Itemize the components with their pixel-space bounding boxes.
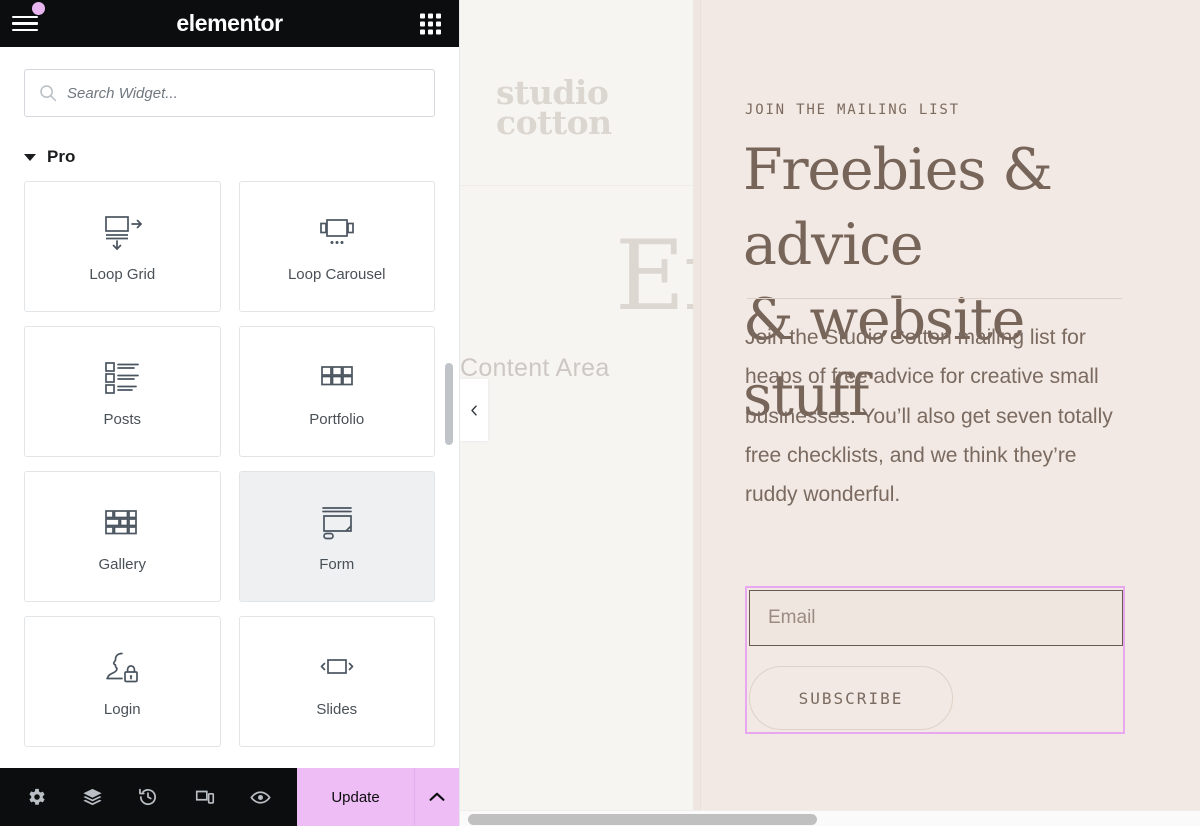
- category-header-pro[interactable]: Pro: [0, 117, 459, 181]
- subscribe-button[interactable]: SUBSCRIBE: [749, 666, 953, 730]
- widget-label: Loop Carousel: [287, 266, 386, 283]
- preview-horizontal-scrollbar[interactable]: [460, 810, 1200, 826]
- section-eyebrow: JOIN THE MAILING LIST: [745, 102, 960, 118]
- widget-card-posts[interactable]: Posts: [24, 326, 221, 457]
- search-icon: [39, 84, 57, 102]
- widget-card-portfolio[interactable]: Portfolio: [238, 326, 435, 457]
- panel-footer-toolbar: Update: [0, 768, 459, 826]
- widget-label: Loop Grid: [89, 266, 156, 283]
- preview-icon[interactable]: [249, 785, 273, 809]
- widget-label: Slides: [316, 701, 358, 718]
- widget-label: Gallery: [98, 556, 146, 573]
- widget-card-loop-grid[interactable]: Loop Grid: [24, 181, 221, 312]
- chevron-up-icon[interactable]: [415, 768, 459, 826]
- elementor-logo-text: elementor: [176, 10, 283, 36]
- widget-card-form[interactable]: Form: [238, 471, 435, 602]
- widget-panel: elementor Pro: [0, 0, 460, 826]
- headline-line-1: Freebies & advice: [743, 137, 1053, 279]
- widget-card-login[interactable]: Login: [24, 616, 221, 747]
- panel-vertical-scrollbar[interactable]: [445, 363, 453, 445]
- category-label: Pro: [47, 147, 76, 166]
- widget-label: Portfolio: [309, 411, 365, 428]
- logo-line-2: cotton: [496, 103, 612, 143]
- settings-icon[interactable]: [24, 785, 48, 809]
- chevron-down-icon: [24, 153, 36, 161]
- loop-grid-icon: [98, 210, 146, 254]
- responsive-mode-icon[interactable]: [193, 785, 217, 809]
- email-field[interactable]: Email: [749, 590, 1123, 646]
- footer-tool-group: [0, 768, 297, 826]
- elementor-editor: elementor Pro: [0, 0, 1200, 826]
- widget-card-slides[interactable]: Slides: [238, 616, 435, 747]
- form-widget-selected[interactable]: Email SUBSCRIBE: [745, 586, 1125, 734]
- slides-icon: [313, 645, 361, 689]
- posts-icon: [98, 355, 146, 399]
- preview-canvas[interactable]: studio cotton En Content Area JOIN THE M…: [460, 0, 1200, 826]
- portfolio-icon: [313, 355, 361, 399]
- section-left-edge: [693, 0, 701, 810]
- widget-list-scroll-area[interactable]: Loop Grid Loop Carousel Posts Portfolio …: [0, 181, 459, 768]
- studio-cotton-logo: studio cotton: [496, 76, 612, 143]
- widget-label: Posts: [103, 411, 141, 428]
- widget-label: Login: [103, 701, 141, 718]
- form-icon: [313, 500, 361, 544]
- history-icon[interactable]: [136, 785, 160, 809]
- navigator-icon[interactable]: [80, 785, 104, 809]
- login-icon: [98, 645, 146, 689]
- section-divider: [747, 298, 1122, 299]
- widget-card-gallery[interactable]: Gallery: [24, 471, 221, 602]
- widget-label: Form: [319, 556, 355, 573]
- panel-collapse-handle[interactable]: [460, 379, 488, 441]
- panel-header: elementor: [0, 0, 459, 47]
- subscribe-button-label: SUBSCRIBE: [798, 688, 904, 708]
- gallery-icon: [98, 500, 146, 544]
- section-body-text: Join the Studio Cotton mailing list for …: [745, 326, 1113, 507]
- search-box[interactable]: [24, 69, 435, 117]
- ghost-header-divider: [460, 185, 700, 186]
- update-button[interactable]: Update: [297, 768, 415, 826]
- search-section: [0, 47, 459, 117]
- apps-grid-icon[interactable]: [420, 13, 441, 34]
- widget-card-loop-carousel[interactable]: Loop Carousel: [238, 181, 435, 312]
- loop-carousel-icon: [313, 210, 361, 254]
- email-placeholder-text: Email: [768, 607, 816, 628]
- search-input[interactable]: [67, 70, 420, 116]
- widget-grid: Loop Grid Loop Carousel Posts Portfolio …: [24, 181, 435, 747]
- horizontal-scrollbar-thumb[interactable]: [468, 814, 817, 825]
